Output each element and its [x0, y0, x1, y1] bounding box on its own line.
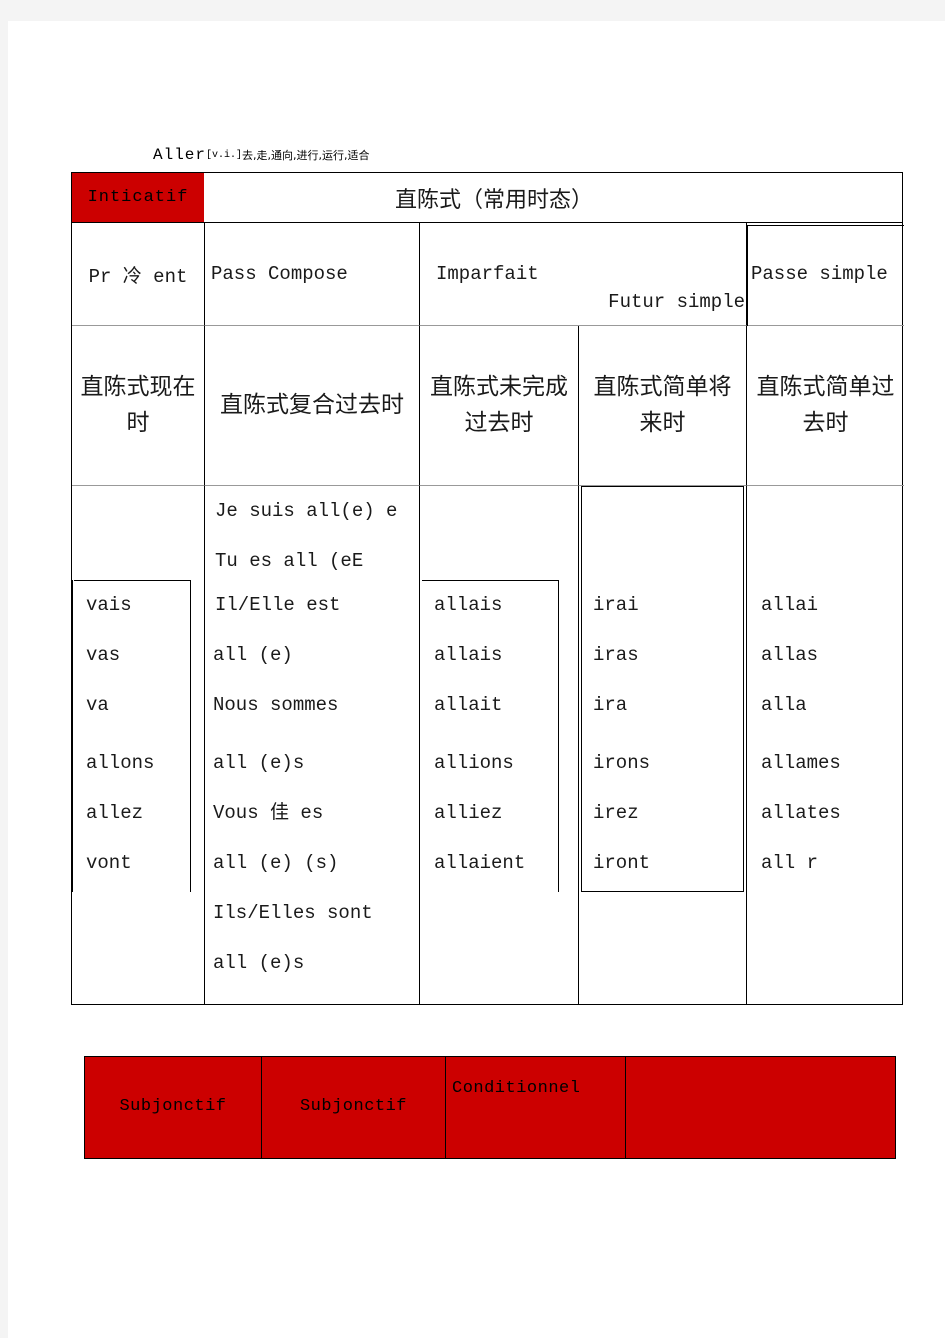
conjugation-column-futur-simple: irai iras ira irons irez iront — [579, 486, 747, 1004]
tense-names-row-zh: 直陈式现在时 直陈式复合过去时 直陈式未完成过去时 直陈式简单将来时 直陈式简单… — [72, 326, 904, 486]
conjugation-form: irez — [593, 802, 639, 824]
indicative-conjugation-table: Inticatif 直陈式（常用时态） Pr 冷 ent Pass Compos… — [71, 172, 904, 1005]
conjugation-form: vas — [86, 644, 121, 666]
passe-simple-artifact-box — [747, 225, 904, 326]
bottom-cell-conditionnel: Conditionnel — [446, 1057, 626, 1158]
tense-fr-passe-compose-label: Pass Compose — [211, 263, 348, 285]
tense-zh-passe-compose: 直陈式复合过去时 — [205, 326, 420, 486]
conjugation-form: Je suis all(e) e — [215, 500, 398, 522]
passe-simple-form-list: allai allas alla allames allates all r — [747, 580, 904, 888]
conjugation-form: allons — [86, 752, 155, 774]
conjugation-form: iras — [593, 644, 639, 666]
conjugation-form: allai — [761, 594, 819, 616]
tense-zh-present: 直陈式现在时 — [72, 326, 205, 486]
conjugation-form: allaient — [434, 852, 526, 874]
conjugation-form: irons — [593, 752, 651, 774]
conjugation-form: alliez — [434, 802, 503, 824]
tense-fr-imparfait-label: Imparfait — [436, 263, 539, 285]
conjugation-column-imparfait: allais allais allait allions alliez alla… — [420, 486, 579, 1004]
conjugation-form: all (e)s — [213, 752, 305, 774]
conjugation-form: allez — [86, 802, 144, 824]
conjugation-form: va — [86, 694, 109, 716]
subjunctive-conditional-table: Subjonctif Subjonctif Conditionnel — [84, 1056, 896, 1159]
conjugation-form: iront — [593, 852, 651, 874]
conjugation-form: vais — [86, 594, 132, 616]
conjugation-form: Il/Elle est — [215, 594, 341, 616]
document-title: Aller[v.i.]去,走,通向,进行,运行,适合 — [153, 147, 370, 163]
verb-name: Aller — [153, 146, 207, 164]
conjugation-form: irai — [593, 594, 639, 616]
bottom-cell-subjonctif-2: Subjonctif — [262, 1057, 446, 1158]
futur-form-list: irai iras ira irons irez iront — [579, 580, 746, 888]
conjugation-form: Nous sommes — [213, 694, 339, 716]
conjugation-form: all (e) — [213, 644, 293, 666]
tense-zh-passe-simple: 直陈式简单过去时 — [747, 326, 904, 486]
conjugation-form: ira — [593, 694, 628, 716]
conjugation-form: allais — [434, 594, 503, 616]
conjugation-body-row: vais vas va allons allez vont Il/Elle es… — [72, 486, 902, 1004]
conjugation-form: alla — [761, 694, 807, 716]
conjugation-form: Tu es all (eE — [215, 550, 364, 572]
tense-fr-passe-compose: Pass Compose — [205, 223, 420, 326]
conjugation-form: Vous 佳 es — [213, 802, 324, 824]
conjugation-form: allames — [761, 752, 841, 774]
conjugation-form: all r — [761, 852, 819, 874]
conjugation-form: all (e)s — [213, 952, 305, 974]
passe-compose-form-list: Il/Elle est all (e) Nous sommes all (e)s… — [205, 580, 419, 988]
mood-label-chinese: 直陈式（常用时态） — [394, 187, 593, 213]
conjugation-form: allait — [434, 694, 503, 716]
tense-fr-present: Pr 冷 ent — [72, 223, 205, 326]
conjugation-column-present: vais vas va allons allez vont — [72, 486, 205, 1004]
tense-fr-present-label: Pr 冷 ent — [88, 265, 188, 288]
mood-label-indicatif: Inticatif — [72, 173, 204, 222]
part-of-speech: [v.i.] — [206, 150, 243, 161]
conjugation-form: allais — [434, 644, 503, 666]
conjugation-column-passe-simple: allai allas alla allames allates all r — [747, 486, 904, 1004]
imparfait-form-list: allais allais allait allions alliez alla… — [420, 580, 578, 888]
present-form-list: vais vas va allons allez vont — [72, 580, 204, 888]
bottom-cell-subjonctif-1: Subjonctif — [85, 1057, 262, 1158]
conjugation-form: allates — [761, 802, 841, 824]
conjugation-form: Ils/Elles sont — [213, 902, 373, 924]
tense-zh-imparfait: 直陈式未完成过去时 — [420, 326, 579, 486]
document-page: Aller[v.i.]去,走,通向,进行,运行,适合 Inticatif 直陈式… — [8, 21, 945, 1338]
passe-compose-leading-lines: Je suis all(e) e Tu es all (eE — [205, 486, 420, 586]
conjugation-form: vont — [86, 852, 132, 874]
bottom-cell-empty — [626, 1057, 895, 1158]
conjugation-form: allas — [761, 644, 819, 666]
verb-gloss: 去,走,通向,进行,运行,适合 — [242, 149, 370, 162]
conjugation-form: all (e) (s) — [213, 852, 339, 874]
tense-fr-futur-simple-label: Futur simple — [608, 291, 745, 313]
conjugation-form: allions — [434, 752, 514, 774]
table-header-row: Inticatif 直陈式（常用时态） — [72, 173, 902, 223]
tense-zh-futur-simple: 直陈式简单将来时 — [579, 326, 747, 486]
